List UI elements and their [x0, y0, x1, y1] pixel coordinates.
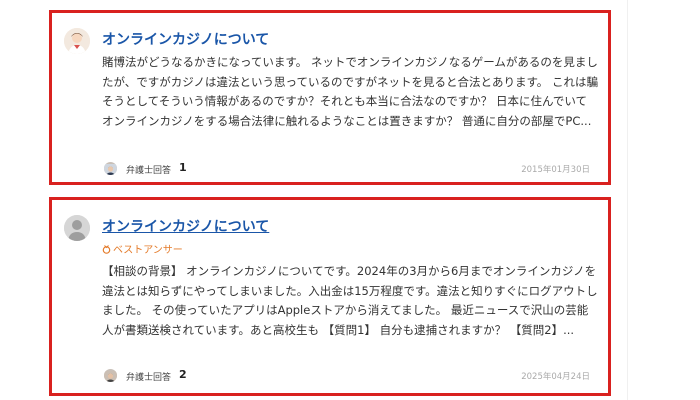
lawyer-answer-label: 弁護士回答: [126, 373, 172, 383]
lawyer-avatar-icon: [104, 369, 117, 382]
lawyer-avatar-icon: [104, 162, 117, 175]
lawyer-answer-count: 1: [179, 161, 187, 174]
default-user-icon: [64, 215, 90, 241]
question-excerpt: 賭博法がどうなるかきになっています。 ネットでオンラインカジノなるゲームがあるの…: [102, 55, 598, 128]
user-avatar-icon: [64, 28, 90, 54]
question-date: 2015年01月30日: [521, 165, 590, 175]
page-side-divider: [627, 0, 628, 400]
question-card[interactable]: オンラインカジノについて 賭博法がどうなるかきになっています。 ネットでオンライ…: [49, 10, 611, 185]
question-footer: 弁護士回答 2 2025年04月24日: [104, 367, 590, 385]
best-answer-label: ベストアンサー: [113, 245, 183, 256]
medal-icon: [102, 245, 111, 254]
lawyer-answer-label: 弁護士回答: [126, 166, 172, 176]
lawyer-answer-count: 2: [179, 368, 187, 381]
question-footer: 弁護士回答 1 2015年01月30日: [104, 160, 590, 178]
question-title-link[interactable]: オンラインカジノについて: [102, 29, 269, 49]
question-title-link[interactable]: オンラインカジノについて: [102, 216, 269, 236]
best-answer-badge: ベストアンサー: [102, 241, 183, 256]
question-card[interactable]: オンラインカジノについて ベストアンサー 【相談の背景】 オンラインカジノについ…: [49, 197, 611, 396]
question-date: 2025年04月24日: [521, 372, 590, 382]
question-excerpt: 【相談の背景】 オンラインカジノについてです。2024年の3月から6月までオンラ…: [102, 264, 598, 337]
